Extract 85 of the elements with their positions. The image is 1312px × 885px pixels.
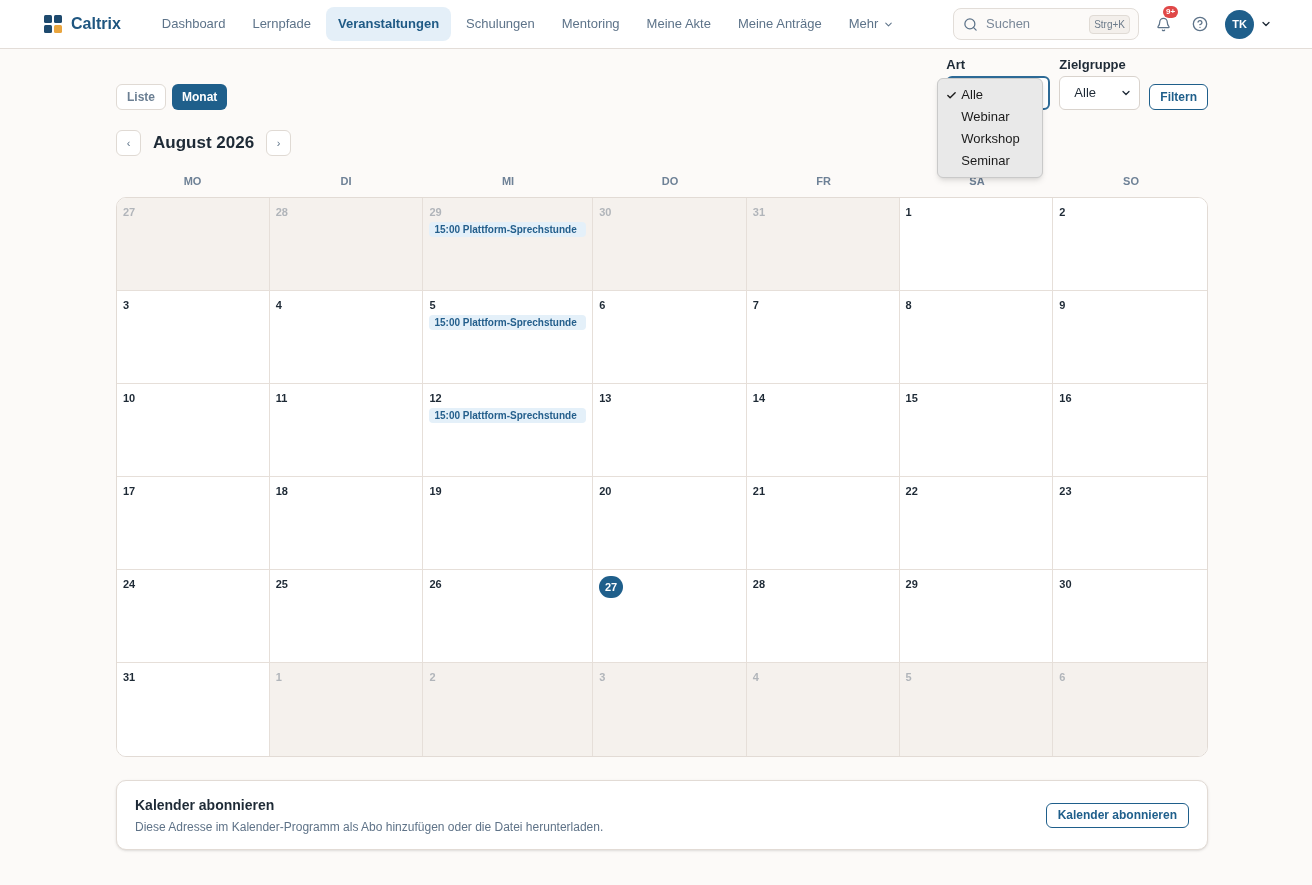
view-toggle-button[interactable]: Monat bbox=[172, 84, 228, 110]
weekday-header: MI bbox=[501, 174, 515, 190]
event-chip[interactable]: 15:00 Plattform-Sprechstunde bbox=[429, 315, 587, 330]
nav-link[interactable]: Mentoring bbox=[549, 7, 632, 41]
nav-link[interactable]: Veranstaltungen bbox=[325, 7, 452, 41]
day-number: 4 bbox=[752, 670, 760, 684]
day-number: 5 bbox=[429, 298, 437, 312]
day-number: 30 bbox=[1059, 577, 1073, 591]
user-avatar[interactable]: TK bbox=[1225, 9, 1254, 39]
day-number: 25 bbox=[275, 577, 289, 591]
previous-month-button[interactable]: ‹ bbox=[116, 130, 141, 156]
view-toggle-button[interactable]: Liste bbox=[116, 84, 166, 110]
day-number: 3 bbox=[599, 670, 607, 684]
day-number: 1 bbox=[905, 205, 913, 219]
shortcut-hint: Strg+K bbox=[1089, 14, 1130, 34]
day-number: 2 bbox=[1059, 205, 1067, 219]
day-number: 18 bbox=[275, 484, 289, 498]
today-marker: 27 bbox=[599, 576, 624, 598]
nav-link[interactable]: Mehr bbox=[836, 7, 907, 41]
day-number: 22 bbox=[905, 484, 919, 498]
day-number: 2 bbox=[429, 670, 437, 684]
day-number: 7 bbox=[752, 298, 760, 312]
day-number: 17 bbox=[123, 484, 137, 498]
nav-link[interactable]: Schulungen bbox=[454, 7, 547, 41]
filter-button[interactable]: Filtern bbox=[1149, 84, 1208, 110]
day-number: 3 bbox=[123, 298, 131, 312]
next-month-button[interactable]: › bbox=[266, 130, 292, 156]
day-number: 31 bbox=[752, 205, 767, 219]
day-number: 23 bbox=[1059, 484, 1073, 498]
day-number: 15 bbox=[905, 391, 919, 405]
day-number: 1 bbox=[275, 670, 283, 684]
nav-link[interactable]: Lernpfade bbox=[240, 7, 323, 41]
weekday-header: FR bbox=[816, 174, 831, 190]
weekday-header: DO bbox=[661, 174, 679, 190]
day-number: 6 bbox=[599, 298, 607, 312]
event-chip[interactable]: 15:00 Plattform-Sprechstunde bbox=[429, 408, 587, 423]
day-number: 20 bbox=[599, 484, 613, 498]
card-description: Diese Adresse im Kalender-Programm als Abo hinzufügen oder die Datei herunterladen. bbox=[135, 818, 604, 836]
brand-name[interactable]: Caltrix bbox=[71, 12, 121, 36]
day-number: 28 bbox=[275, 205, 289, 219]
notification-badge: 9+ bbox=[1163, 5, 1179, 18]
day-number: 14 bbox=[752, 391, 767, 405]
day-number: 28 bbox=[752, 577, 767, 591]
nav-link[interactable]: Dashboard bbox=[149, 7, 238, 41]
weekday-header: MO bbox=[183, 174, 202, 190]
day-number: 11 bbox=[275, 391, 289, 405]
menu-option[interactable]: Alle bbox=[938, 84, 1043, 106]
day-number: 6 bbox=[1059, 670, 1067, 684]
day-number: 19 bbox=[429, 484, 443, 498]
nav-link[interactable]: Meine Anträge bbox=[725, 7, 834, 41]
logo-icon bbox=[44, 15, 62, 33]
bell-icon[interactable] bbox=[1156, 16, 1171, 32]
weekday-header: SO bbox=[1123, 174, 1139, 190]
menu-option[interactable]: Workshop bbox=[938, 128, 1043, 150]
day-number: 29 bbox=[429, 205, 443, 219]
day-number: 5 bbox=[905, 670, 913, 684]
day-number: 9 bbox=[1059, 298, 1067, 312]
help-icon[interactable] bbox=[1192, 16, 1208, 32]
nav-link[interactable]: Meine Akte bbox=[634, 7, 723, 41]
day-number: 31 bbox=[123, 670, 137, 684]
day-number: 27 bbox=[123, 205, 137, 219]
day-number: 8 bbox=[905, 298, 913, 312]
search-placeholder: Suchen bbox=[986, 15, 1031, 34]
menu-option[interactable]: Seminar bbox=[938, 150, 1043, 172]
weekday-header: DI bbox=[340, 174, 352, 190]
day-number: 24 bbox=[123, 577, 137, 591]
day-number: 16 bbox=[1059, 391, 1073, 405]
month-title: August 2026 bbox=[153, 132, 255, 155]
day-number: 30 bbox=[599, 205, 613, 219]
menu-option[interactable]: Webinar bbox=[938, 106, 1043, 128]
day-number: 29 bbox=[905, 577, 919, 591]
day-number: 10 bbox=[123, 391, 137, 405]
search-field[interactable]: Suchen Strg+K bbox=[953, 8, 1139, 40]
card-title: Kalender abonnieren bbox=[135, 795, 276, 815]
subscribe-button[interactable]: Kalender abonnieren bbox=[1045, 802, 1189, 828]
day-number: 13 bbox=[599, 391, 613, 405]
filter-label: Art bbox=[946, 57, 967, 73]
day-number: 12 bbox=[429, 391, 443, 405]
day-number: 26 bbox=[429, 577, 443, 591]
filter-label: Zielgruppe bbox=[1059, 57, 1127, 73]
select-field[interactable]: Alle bbox=[1059, 76, 1141, 110]
event-chip[interactable]: 15:00 Plattform-Sprechstunde bbox=[429, 222, 587, 237]
day-number: 4 bbox=[275, 298, 283, 312]
search-icon bbox=[963, 16, 978, 32]
day-number: 21 bbox=[752, 484, 767, 498]
